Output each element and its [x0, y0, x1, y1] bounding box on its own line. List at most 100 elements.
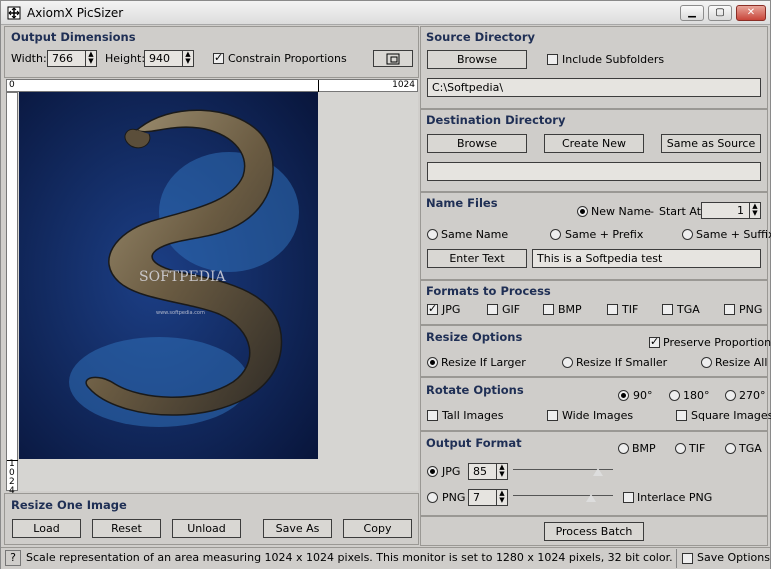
interlace-png-label: Interlace PNG [637, 491, 713, 504]
save-as-button[interactable]: Save As [263, 519, 332, 538]
app-window: AxiomX PicSizer ▁ ▢ ✕ Output Dimensions … [0, 0, 771, 569]
output-jpg-radio[interactable] [427, 466, 438, 477]
status-text: Scale representation of an area measurin… [26, 551, 673, 564]
start-at-separator: - [650, 205, 654, 218]
height-stepper[interactable]: 940 ▲ ▼ [144, 50, 194, 67]
rotate-options-header: Rotate Options [426, 383, 524, 397]
save-options-checkbox[interactable] [682, 553, 693, 564]
unload-button[interactable]: Unload [172, 519, 241, 538]
format-tif-label: TIF [622, 303, 639, 316]
square-images-label: Square Images [691, 409, 771, 422]
copy-button[interactable]: Copy [343, 519, 412, 538]
resize-options-header: Resize Options [426, 330, 523, 344]
name-files-header: Name Files [426, 196, 498, 210]
format-jpg-checkbox[interactable] [427, 302, 438, 315]
rotate-270-label: 270° [739, 389, 766, 402]
source-path-field[interactable]: C:\Softpedia\ [427, 78, 761, 97]
save-options-label: Save Options [697, 551, 770, 564]
output-tga-label: TGA [739, 442, 762, 455]
window-title: AxiomX PicSizer [27, 6, 124, 20]
rotate-180-label: 180° [683, 389, 710, 402]
new-name-label: New Name [591, 205, 651, 218]
reset-button[interactable]: Reset [92, 519, 161, 538]
include-subfolders-label: Include Subfolders [562, 53, 665, 66]
load-button[interactable]: Load [12, 519, 81, 538]
same-prefix-label: Same + Prefix [565, 228, 644, 241]
png-level-stepper[interactable]: 7 ▲ ▼ [468, 489, 508, 506]
tall-images-checkbox[interactable] [427, 410, 438, 421]
minimize-button[interactable]: ▁ [680, 5, 704, 21]
close-button[interactable]: ✕ [736, 5, 766, 21]
source-browse-button[interactable]: Browse [427, 50, 527, 69]
resize-if-larger-radio[interactable] [427, 357, 438, 368]
format-png-label: PNG [739, 303, 763, 316]
format-gif-label: GIF [502, 303, 521, 316]
constrain-proportions-checkbox[interactable] [213, 51, 224, 64]
slider-thumb-icon[interactable] [592, 467, 604, 477]
resize-all-radio[interactable] [701, 357, 712, 368]
stepper-arrows-icon[interactable]: ▲ ▼ [85, 51, 96, 66]
status-bar: ? Scale representation of an area measur… [1, 547, 770, 569]
help-button[interactable]: ? [5, 550, 21, 566]
format-bmp-label: BMP [558, 303, 582, 316]
format-jpg-label: JPG [442, 303, 461, 316]
format-tga-checkbox[interactable] [662, 304, 673, 315]
rotate-90-radio[interactable] [618, 390, 629, 401]
png-level-slider[interactable] [513, 488, 613, 504]
preview-image: SOFTPEDIA www.softpedia.com [19, 92, 318, 459]
create-new-button[interactable]: Create New [544, 134, 644, 153]
destination-browse-button[interactable]: Browse [427, 134, 527, 153]
wide-images-checkbox[interactable] [547, 410, 558, 421]
same-suffix-radio[interactable] [682, 229, 693, 240]
output-png-radio[interactable] [427, 492, 438, 503]
preview-size-button[interactable] [373, 50, 413, 67]
destination-path-field[interactable] [427, 162, 761, 181]
same-as-source-button[interactable]: Same as Source [661, 134, 761, 153]
stepper-arrows-icon[interactable]: ▲ ▼ [182, 51, 193, 66]
resize-if-smaller-label: Resize If Smaller [576, 356, 668, 369]
output-png-label: PNG [442, 491, 466, 504]
output-tga-radio[interactable] [725, 443, 736, 454]
process-batch-button[interactable]: Process Batch [544, 522, 644, 541]
output-format-header: Output Format [426, 436, 522, 450]
output-bmp-label: BMP [632, 442, 656, 455]
same-prefix-radio[interactable] [550, 229, 561, 240]
maximize-button[interactable]: ▢ [708, 5, 732, 21]
preserve-proportions-checkbox[interactable] [649, 335, 660, 348]
output-jpg-label: JPG [442, 465, 461, 478]
stepper-arrows-icon[interactable]: ▲ ▼ [496, 490, 507, 505]
format-tif-checkbox[interactable] [607, 304, 618, 315]
jpg-quality-stepper[interactable]: 85 ▲ ▼ [468, 463, 508, 480]
output-tif-radio[interactable] [675, 443, 686, 454]
resize-if-larger-label: Resize If Larger [441, 356, 526, 369]
stepper-arrows-icon[interactable]: ▲ ▼ [496, 464, 507, 479]
same-suffix-label: Same + Suffix [696, 228, 771, 241]
horizontal-ruler: 0 1024 [6, 79, 418, 92]
new-name-radio[interactable] [577, 206, 588, 217]
format-gif-checkbox[interactable] [487, 304, 498, 315]
jpg-quality-slider[interactable] [513, 462, 613, 478]
formats-header: Formats to Process [426, 284, 551, 298]
rotate-90-label: 90° [633, 389, 653, 402]
rotate-270-radio[interactable] [725, 390, 736, 401]
resize-if-smaller-radio[interactable] [562, 357, 573, 368]
include-subfolders-checkbox[interactable] [547, 54, 558, 65]
watermark-url: www.softpedia.com [156, 310, 205, 316]
vertical-ruler: 1 0 2 4 [6, 92, 19, 496]
width-stepper[interactable]: 766 ▲ ▼ [47, 50, 97, 67]
output-bmp-radio[interactable] [618, 443, 629, 454]
rotate-180-radio[interactable] [669, 390, 680, 401]
format-bmp-checkbox[interactable] [543, 304, 554, 315]
tall-images-label: Tall Images [442, 409, 504, 422]
slider-thumb-icon[interactable] [585, 493, 597, 503]
name-text-field[interactable]: This is a Softpedia test [532, 249, 761, 268]
stepper-arrows-icon[interactable]: ▲ ▼ [749, 203, 760, 218]
same-name-radio[interactable] [427, 229, 438, 240]
format-tga-label: TGA [677, 303, 700, 316]
format-png-checkbox[interactable] [724, 304, 735, 315]
source-directory-header: Source Directory [426, 30, 536, 44]
interlace-png-checkbox[interactable] [623, 492, 634, 503]
enter-text-button[interactable]: Enter Text [427, 249, 527, 268]
square-images-checkbox[interactable] [676, 410, 687, 421]
start-at-stepper[interactable]: 1 ▲ ▼ [701, 202, 761, 219]
